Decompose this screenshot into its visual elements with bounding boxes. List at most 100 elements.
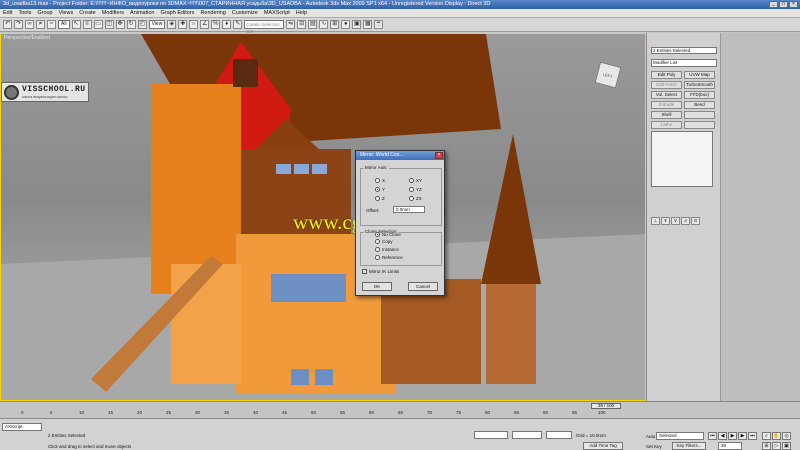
spinner-snap-icon[interactable]: ♦ [222, 20, 232, 29]
menu-maxscript[interactable]: MAXScript [264, 10, 290, 16]
time-slider[interactable]: 39 / 100 [591, 403, 621, 409]
zoom-extents-icon[interactable]: ⊞ [762, 442, 771, 450]
key-filters-button[interactable]: Key Filters... [672, 442, 706, 450]
pin-stack-icon[interactable]: ⊥ [651, 217, 660, 225]
coord-y-field[interactable] [512, 431, 542, 439]
perspective-viewport[interactable]: Perspective/Enabled VISSCHOOL.RU школа в… [0, 33, 646, 401]
shell-button[interactable]: Shell [651, 111, 682, 119]
edit-poly-button[interactable]: Edit Poly [651, 71, 682, 79]
pivot-center-icon[interactable]: ◈ [167, 20, 177, 29]
maxscript-listener[interactable]: AXScript. [2, 423, 42, 431]
menu-create[interactable]: Create [79, 10, 96, 16]
snap-icon[interactable]: ∩ [189, 20, 199, 29]
menu-graph-editors[interactable]: Graph Editors [161, 10, 195, 16]
vol-select-button[interactable]: Vol. Select [651, 91, 682, 99]
cancel-button[interactable]: Cancel [408, 282, 438, 291]
selection-filter-dropdown[interactable]: All [58, 20, 70, 29]
render-setup-icon[interactable]: ▣ [352, 20, 362, 29]
schematic-view-icon[interactable]: ⊞ [330, 20, 340, 29]
move-icon[interactable]: ✥ [115, 20, 125, 29]
selection-name-field[interactable]: 2 Entities Selected [651, 47, 717, 54]
menu-help[interactable]: Help [296, 10, 307, 16]
remove-modifier-icon[interactable]: ∂ [681, 217, 690, 225]
axis-z-radio[interactable]: Z [375, 196, 385, 201]
modifier-stack[interactable] [651, 131, 713, 187]
unlink-icon[interactable]: ≠ [36, 20, 45, 29]
axis-zx-radio[interactable]: ZX [409, 196, 422, 201]
axis-yz-radio[interactable]: YZ [409, 187, 422, 192]
go-to-start-icon[interactable]: ⏮ [708, 432, 717, 440]
edit-named-selection-icon[interactable]: ✎ [233, 20, 243, 29]
percent-snap-icon[interactable]: % [211, 20, 221, 29]
uvw-map-button[interactable]: UVW Map [684, 71, 715, 79]
reference-radio[interactable]: Reference [375, 255, 403, 260]
dialog-title-bar[interactable]: Mirror: World Coo... × [356, 151, 444, 160]
show-end-result-icon[interactable]: Ⅱ [661, 217, 670, 225]
field-of-view-icon[interactable]: ▷ [772, 442, 781, 450]
add-time-tag-button[interactable]: Add Time Tag [583, 442, 623, 450]
edit-patch-button[interactable]: Edit Patch [651, 81, 682, 89]
go-to-end-icon[interactable]: ⏭ [748, 432, 757, 440]
instance-radio[interactable]: Instance [375, 247, 399, 252]
select-by-name-icon[interactable]: ≡ [82, 20, 92, 29]
bind-spacewarp-icon[interactable]: ≈ [47, 20, 56, 29]
named-selection-input[interactable]: Create Selection Set [244, 20, 285, 34]
command-panel-scroll-area[interactable] [720, 33, 800, 401]
minimize-icon[interactable]: _ [769, 1, 778, 8]
redo-icon[interactable]: ↷ [14, 20, 23, 29]
coord-z-field[interactable] [546, 431, 572, 439]
maximize-viewport-icon[interactable]: ▣ [782, 442, 791, 450]
manipulate-icon[interactable]: ✚ [178, 20, 188, 29]
rotate-icon[interactable]: ↻ [126, 20, 136, 29]
make-unique-icon[interactable]: ∀ [671, 217, 680, 225]
previous-frame-icon[interactable]: ◀ [718, 432, 727, 440]
current-frame-field[interactable]: 39 [718, 442, 742, 450]
reference-coordinate-dropdown[interactable]: View [148, 20, 166, 29]
dialog-close-icon[interactable]: × [435, 152, 443, 159]
mirror-icon[interactable]: ⇋ [286, 20, 296, 29]
rect-selection-icon[interactable]: ▭ [93, 20, 103, 29]
axis-y-radio[interactable]: Y [375, 187, 385, 192]
orbit-icon[interactable]: ◎ [782, 432, 791, 440]
menu-group[interactable]: Group [37, 10, 52, 16]
play-icon[interactable]: ▶ [728, 432, 737, 440]
menu-animation[interactable]: Animation [130, 10, 154, 16]
timeline[interactable]: 39 / 100 0 5 10 15 20 25 30 35 40 45 50 … [0, 401, 646, 418]
viewport-label[interactable]: Perspective/Enabled [4, 35, 50, 41]
window-crossing-icon[interactable]: ◫ [104, 20, 114, 29]
close-icon[interactable]: × [789, 1, 798, 8]
copy-radio[interactable]: Copy [375, 239, 393, 244]
extrude-button[interactable]: Extrude [651, 101, 682, 109]
scale-icon[interactable]: ◰ [137, 20, 147, 29]
menu-edit[interactable]: Edit [3, 10, 12, 16]
empty-modifier-button-1[interactable] [684, 111, 715, 119]
turbosmooth-button[interactable]: TurboSmooth [684, 81, 715, 89]
ok-button[interactable]: OK [362, 282, 392, 291]
link-icon[interactable]: ∞ [25, 20, 34, 29]
offset-input[interactable]: 0.0mm [393, 206, 425, 213]
align-icon[interactable]: ⊟ [297, 20, 307, 29]
select-object-icon[interactable]: ↖ [71, 20, 81, 29]
menu-tools[interactable]: Tools [18, 10, 31, 16]
no-clone-radio[interactable]: No Clone [375, 232, 401, 237]
bend-button[interactable]: Bend [684, 101, 715, 109]
material-editor-icon[interactable]: ● [341, 20, 351, 29]
maximize-icon[interactable]: □ [779, 1, 788, 8]
configure-sets-icon[interactable]: ⊡ [691, 217, 700, 225]
menu-customize[interactable]: Customize [232, 10, 258, 16]
zoom-icon[interactable]: ⌕ [762, 432, 771, 440]
rendered-frame-icon[interactable]: ▦ [363, 20, 373, 29]
key-set-dropdown[interactable]: Selected [656, 432, 704, 440]
coord-x-field[interactable] [474, 431, 508, 439]
curve-editor-icon[interactable]: ∿ [319, 20, 329, 29]
modifier-list-dropdown[interactable]: Modifier List [651, 59, 717, 67]
pan-icon[interactable]: ✋ [772, 432, 781, 440]
angle-snap-icon[interactable]: ∠ [200, 20, 210, 29]
menu-rendering[interactable]: Rendering [200, 10, 225, 16]
render-icon[interactable]: ☕ [374, 20, 384, 29]
lathe-button[interactable]: Lathe [651, 121, 682, 129]
axis-xy-radio[interactable]: XY [409, 178, 422, 183]
ffd-box-button[interactable]: FFD(box) [684, 91, 715, 99]
undo-icon[interactable]: ↶ [3, 20, 12, 29]
layer-manager-icon[interactable]: ▤ [308, 20, 318, 29]
